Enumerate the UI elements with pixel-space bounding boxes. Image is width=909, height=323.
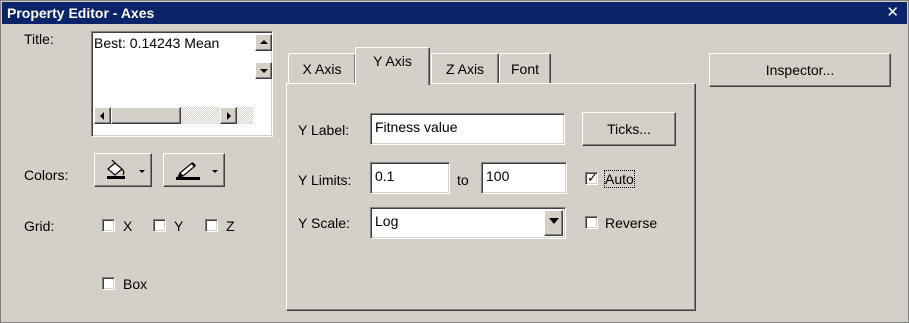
y-scale-dropdown-button[interactable] <box>544 210 563 236</box>
tab-label: X Axis <box>302 61 342 77</box>
chevron-down-icon <box>139 170 145 173</box>
tab-y-axis[interactable]: Y Axis <box>355 47 430 85</box>
box-label: Box <box>123 276 148 292</box>
y-axis-panel: Y Label: Fitness value Ticks... Y Limits… <box>286 83 696 311</box>
inspector-button[interactable]: Inspector... <box>709 53 891 87</box>
grid-z-checkbox[interactable] <box>205 219 218 232</box>
y-scale-select[interactable]: Log <box>370 207 566 239</box>
tab-font[interactable]: Font <box>499 53 551 83</box>
y-limit-max-input[interactable]: 100 <box>481 162 567 194</box>
grid-x-checkbox[interactable] <box>102 219 115 232</box>
checkmark-icon: ✓ <box>587 170 598 185</box>
y-scale-label: Y Scale: <box>298 215 350 231</box>
y-label-label: Y Label: <box>298 122 350 138</box>
tab-label: Y Axis <box>373 53 412 69</box>
arrow-left-icon <box>100 112 104 120</box>
grid-x-label: X <box>123 218 133 234</box>
y-limit-max-value[interactable]: 100 <box>486 168 509 184</box>
close-icon[interactable]: ✕ <box>886 3 899 21</box>
tab-x-axis[interactable]: X Axis <box>288 53 356 83</box>
grid-y-checkbox[interactable] <box>153 219 166 232</box>
pen-icon <box>176 162 200 180</box>
title-label: Title: <box>24 31 54 47</box>
window-title: Property Editor - Axes <box>7 5 155 21</box>
scroll-left-button[interactable] <box>94 107 111 124</box>
tab-z-axis[interactable]: Z Axis <box>431 53 499 83</box>
box-checkbox[interactable] <box>102 277 115 290</box>
to-label: to <box>457 172 469 188</box>
tab-label: Font <box>510 61 539 77</box>
property-editor-window: Property Editor - Axes ✕ Title: Best: 0.… <box>0 0 909 323</box>
y-label-value[interactable]: Fitness value <box>375 119 457 135</box>
scroll-right-button[interactable] <box>220 107 237 124</box>
auto-checkbox[interactable]: ✓ <box>585 170 598 185</box>
ticks-button-label: Ticks... <box>607 121 651 137</box>
y-label-input[interactable]: Fitness value <box>370 113 565 145</box>
scroll-up-button[interactable] <box>255 34 272 51</box>
grid-y-label: Y <box>174 218 184 234</box>
tab-label: Z Axis <box>445 61 485 77</box>
y-limit-min-input[interactable]: 0.1 <box>370 162 450 194</box>
horizontal-scroll-thumb[interactable] <box>111 107 181 124</box>
arrow-up-icon <box>260 40 268 44</box>
y-scale-value[interactable]: Log <box>375 213 398 229</box>
arrow-down-icon <box>260 69 268 73</box>
y-limit-min-value[interactable]: 0.1 <box>375 168 394 184</box>
reverse-label: Reverse <box>605 215 658 231</box>
inspector-button-label: Inspector... <box>765 62 835 78</box>
arrow-right-icon <box>227 112 231 120</box>
colors-label: Colors: <box>24 167 69 183</box>
y-limits-label: Y Limits: <box>298 172 352 188</box>
ticks-button[interactable]: Ticks... <box>582 112 676 146</box>
title-bar[interactable]: Property Editor - Axes ✕ <box>2 2 907 24</box>
chevron-down-icon <box>549 218 559 224</box>
title-text-value[interactable]: Best: 0.14243 Mean <box>94 35 253 51</box>
grid-z-label: Z <box>226 218 235 234</box>
fill-color-button[interactable] <box>94 153 152 187</box>
scroll-down-button[interactable] <box>255 62 272 79</box>
title-listbox[interactable]: Best: 0.14243 Mean <box>91 31 273 137</box>
paint-bucket-icon <box>107 160 125 179</box>
auto-label: Auto <box>604 170 635 188</box>
grid-label: Grid: <box>24 218 55 234</box>
reverse-checkbox[interactable] <box>585 216 598 229</box>
edge-color-button[interactable] <box>163 153 225 187</box>
chevron-down-icon <box>212 170 218 173</box>
